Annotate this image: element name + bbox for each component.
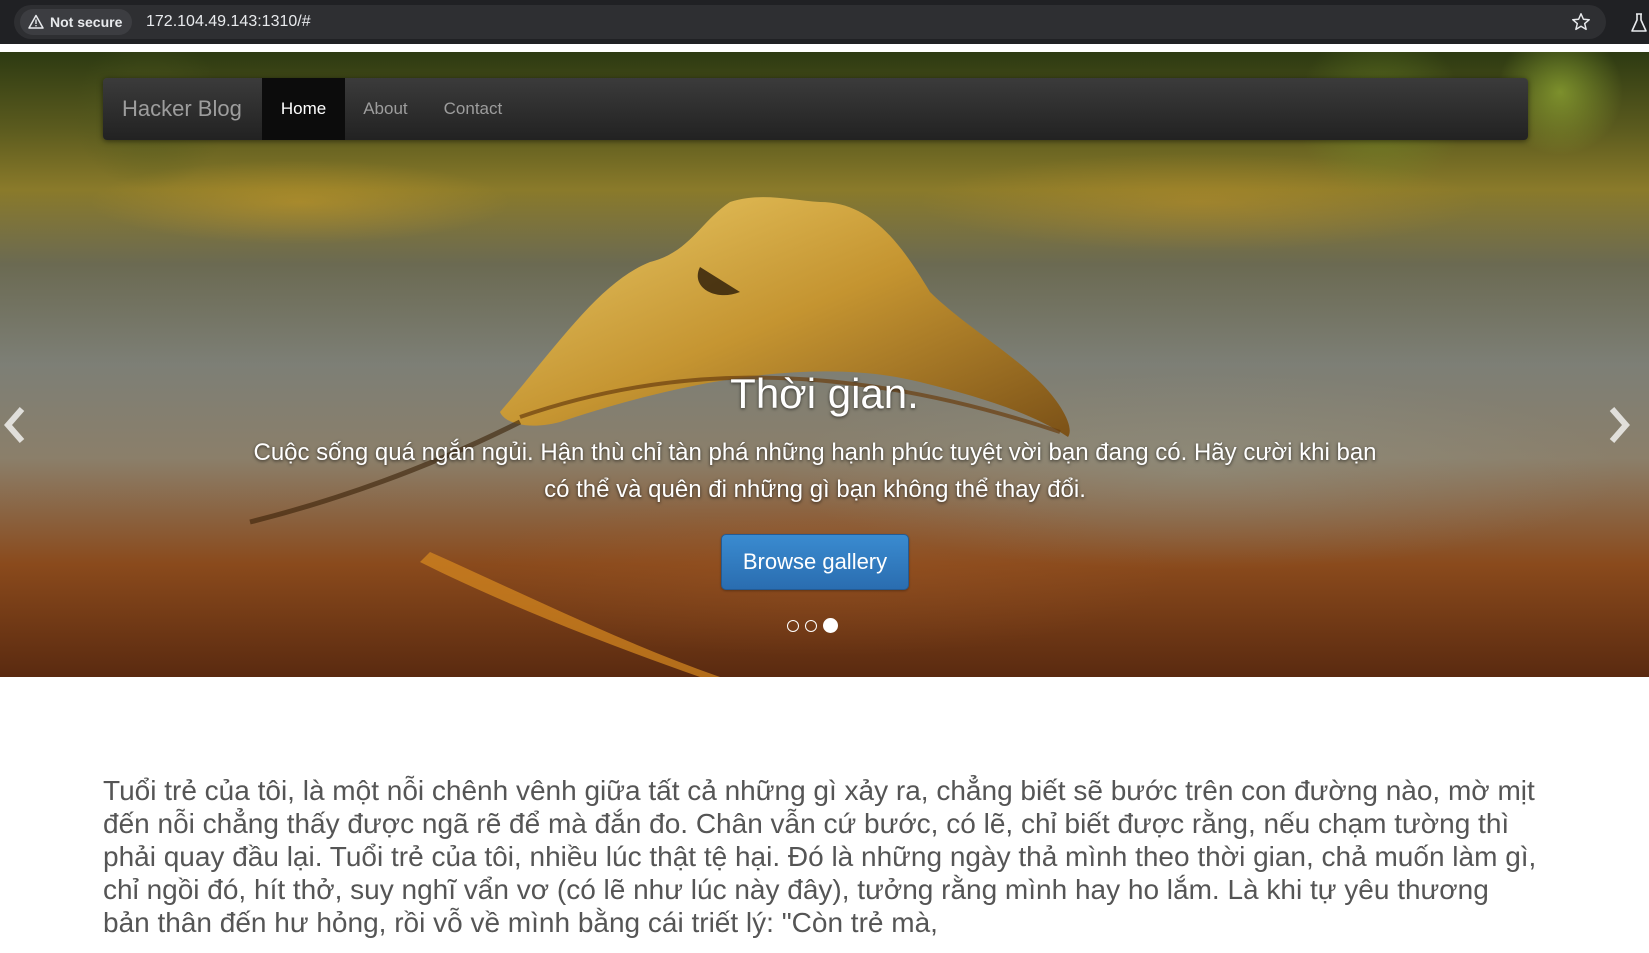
address-bar[interactable]: Not secure 172.104.49.143:1310/# [14, 5, 1606, 39]
carousel-text: Cuộc sống quá ngắn ngủi. Hận thù chỉ tàn… [253, 439, 1377, 503]
nav-item-contact[interactable]: Contact [426, 78, 521, 140]
nav-item-about[interactable]: About [345, 78, 425, 140]
security-label: Not secure [50, 14, 123, 30]
carousel-title: Thời gian. [730, 370, 919, 417]
star-icon[interactable] [1570, 11, 1592, 33]
site-brand[interactable]: Hacker Blog [103, 78, 262, 140]
browser-toolbar: Not secure 172.104.49.143:1310/# [0, 0, 1649, 44]
carousel-indicator-1[interactable] [787, 619, 799, 632]
url-text[interactable]: 172.104.49.143:1310/# [146, 13, 311, 31]
carousel-indicator-2[interactable] [805, 619, 817, 632]
browse-gallery-button[interactable]: Browse gallery [721, 534, 909, 590]
article-paragraph: Tuổi trẻ của tôi, là một nỗi chênh vênh … [103, 775, 1537, 938]
nav-item-home[interactable]: Home [261, 78, 346, 140]
carousel-indicator-3[interactable] [823, 618, 838, 633]
labs-icon[interactable] [1629, 12, 1649, 34]
carousel-indicators [787, 618, 838, 633]
warning-icon [28, 14, 44, 29]
site-navbar: Hacker Blog Home About Contact [103, 78, 1528, 140]
security-indicator[interactable]: Not secure [20, 9, 133, 35]
